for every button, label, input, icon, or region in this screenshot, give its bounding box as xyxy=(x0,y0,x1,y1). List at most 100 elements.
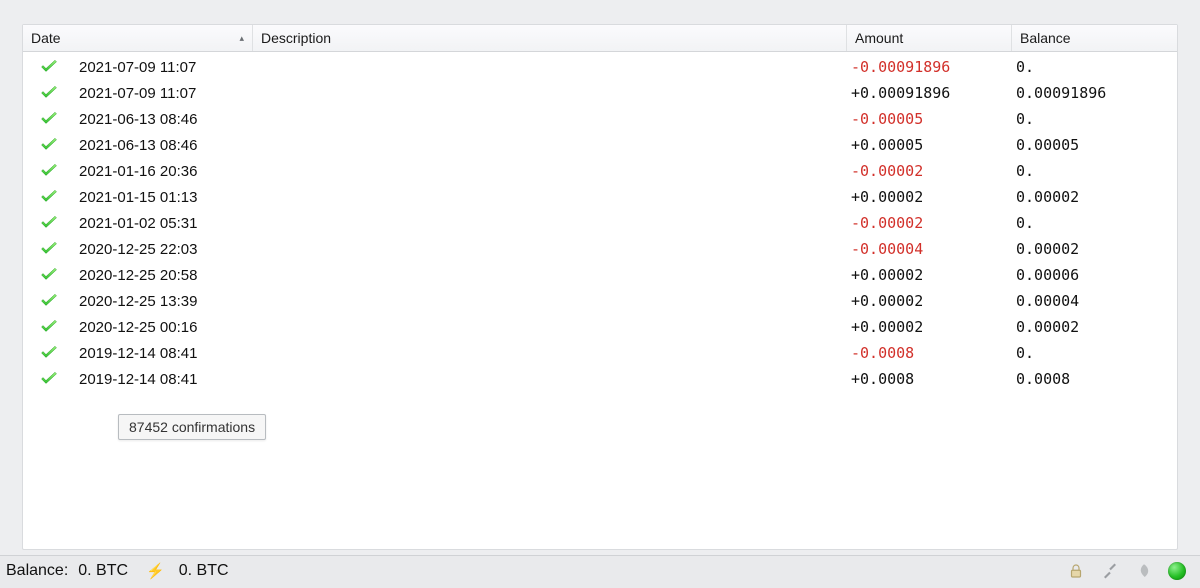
status-icon-cell xyxy=(27,372,71,386)
transactions-panel: Date ▴ Description Amount Balance 2021-0… xyxy=(22,24,1178,550)
date-cell: 2021-01-02 05:31 xyxy=(71,215,257,232)
lightning-balance-value: 0. BTC xyxy=(179,562,229,580)
table-row[interactable]: 2021-07-09 11:07 -0.000918960. xyxy=(23,54,1177,80)
date-cell: 2019-12-14 08:41 xyxy=(71,345,257,362)
table-row[interactable]: 2021-01-02 05:31 -0.000020. xyxy=(23,210,1177,236)
amount-cell: -0.00091896 xyxy=(843,58,1008,76)
column-header-date[interactable]: Date ▴ xyxy=(23,25,253,51)
date-cell: 2021-07-09 11:07 xyxy=(71,59,257,76)
date-cell: 2019-12-14 08:41 xyxy=(71,371,257,388)
table-row[interactable]: 2021-06-13 08:46 -0.000050. xyxy=(23,106,1177,132)
check-icon xyxy=(40,164,58,178)
balance-value: 0. BTC xyxy=(78,562,128,580)
table-header: Date ▴ Description Amount Balance xyxy=(23,25,1177,52)
table-row[interactable]: 2020-12-25 22:03 -0.000040.00002 xyxy=(23,236,1177,262)
column-label: Description xyxy=(261,30,331,46)
column-label: Amount xyxy=(855,30,903,46)
balance-cell: 0.0008 xyxy=(1008,370,1173,388)
table-row[interactable]: 2020-12-25 00:16 +0.000020.00002 xyxy=(23,314,1177,340)
amount-cell: +0.00002 xyxy=(843,266,1008,284)
balance-label: Balance: xyxy=(6,562,68,580)
lightning-icon: ⚡ xyxy=(146,562,165,580)
date-cell: 2020-12-25 22:03 xyxy=(71,241,257,258)
amount-cell: +0.00002 xyxy=(843,188,1008,206)
column-label: Balance xyxy=(1020,30,1071,46)
status-icon-cell xyxy=(27,216,71,230)
check-icon xyxy=(40,138,58,152)
date-cell: 2021-07-09 11:07 xyxy=(71,85,257,102)
amount-cell: -0.0008 xyxy=(843,344,1008,362)
status-icon-cell xyxy=(27,320,71,334)
status-icon-cell xyxy=(27,60,71,74)
table-row[interactable]: 2020-12-25 20:58 +0.000020.00006 xyxy=(23,262,1177,288)
check-icon xyxy=(40,268,58,282)
date-cell: 2020-12-25 00:16 xyxy=(71,319,257,336)
status-icon-cell xyxy=(27,86,71,100)
table-row[interactable]: 2021-01-16 20:36 -0.000020. xyxy=(23,158,1177,184)
balance-cell: 0.00091896 xyxy=(1008,84,1173,102)
table-row[interactable]: 2021-01-15 01:13 +0.000020.00002 xyxy=(23,184,1177,210)
table-row[interactable]: 2019-12-14 08:41 +0.00080.0008 xyxy=(23,366,1177,392)
status-icon-cell xyxy=(27,138,71,152)
tools-icon[interactable] xyxy=(1100,561,1120,581)
amount-cell: -0.00002 xyxy=(843,162,1008,180)
check-icon xyxy=(40,60,58,74)
date-cell: 2021-06-13 08:46 xyxy=(71,111,257,128)
status-icon-cell xyxy=(27,242,71,256)
status-icon-cell xyxy=(27,164,71,178)
check-icon xyxy=(40,294,58,308)
amount-cell: +0.0008 xyxy=(843,370,1008,388)
balance-cell: 0.00004 xyxy=(1008,292,1173,310)
balance-cell: 0. xyxy=(1008,162,1173,180)
network-status-icon[interactable] xyxy=(1168,562,1186,580)
balance-cell: 0.00005 xyxy=(1008,136,1173,154)
confirmations-tooltip: 87452 confirmations xyxy=(118,414,266,440)
column-header-description[interactable]: Description xyxy=(253,25,847,51)
status-bar: Balance: 0. BTC ⚡ 0. BTC xyxy=(0,555,1200,588)
status-icon-cell xyxy=(27,268,71,282)
column-label: Date xyxy=(31,30,61,46)
amount-cell: +0.00002 xyxy=(843,292,1008,310)
amount-cell: +0.00091896 xyxy=(843,84,1008,102)
date-cell: 2021-01-15 01:13 xyxy=(71,189,257,206)
date-cell: 2021-06-13 08:46 xyxy=(71,137,257,154)
status-icon-cell xyxy=(27,294,71,308)
balance-cell: 0.00002 xyxy=(1008,188,1173,206)
check-icon xyxy=(40,112,58,126)
date-cell: 2020-12-25 20:58 xyxy=(71,267,257,284)
sort-asc-icon: ▴ xyxy=(239,33,244,44)
balance-cell: 0. xyxy=(1008,344,1173,362)
check-icon xyxy=(40,190,58,204)
balance-cell: 0. xyxy=(1008,58,1173,76)
table-row[interactable]: 2021-06-13 08:46 +0.000050.00005 xyxy=(23,132,1177,158)
amount-cell: +0.00005 xyxy=(843,136,1008,154)
amount-cell: -0.00005 xyxy=(843,110,1008,128)
status-icon-cell xyxy=(27,346,71,360)
check-icon xyxy=(40,372,58,386)
balance-cell: 0.00002 xyxy=(1008,240,1173,258)
balance-cell: 0.00002 xyxy=(1008,318,1173,336)
check-icon xyxy=(40,242,58,256)
date-cell: 2021-01-16 20:36 xyxy=(71,163,257,180)
check-icon xyxy=(40,320,58,334)
amount-cell: +0.00002 xyxy=(843,318,1008,336)
transactions-list[interactable]: 2021-07-09 11:07-0.000918960. 2021-07-09… xyxy=(23,52,1177,549)
table-row[interactable]: 2019-12-14 08:41 -0.00080. xyxy=(23,340,1177,366)
lock-icon[interactable] xyxy=(1066,561,1086,581)
check-icon xyxy=(40,86,58,100)
table-row[interactable]: 2020-12-25 13:39 +0.000020.00004 xyxy=(23,288,1177,314)
table-row[interactable]: 2021-07-09 11:07 +0.000918960.00091896 xyxy=(23,80,1177,106)
balance-cell: 0.00006 xyxy=(1008,266,1173,284)
column-header-balance[interactable]: Balance xyxy=(1012,25,1177,51)
status-icon-cell xyxy=(27,112,71,126)
check-icon xyxy=(40,346,58,360)
balance-cell: 0. xyxy=(1008,214,1173,232)
amount-cell: -0.00002 xyxy=(843,214,1008,232)
amount-cell: -0.00004 xyxy=(843,240,1008,258)
status-icon-cell xyxy=(27,190,71,204)
check-icon xyxy=(40,216,58,230)
balance-cell: 0. xyxy=(1008,110,1173,128)
seed-icon[interactable] xyxy=(1134,561,1154,581)
column-header-amount[interactable]: Amount xyxy=(847,25,1012,51)
date-cell: 2020-12-25 13:39 xyxy=(71,293,257,310)
